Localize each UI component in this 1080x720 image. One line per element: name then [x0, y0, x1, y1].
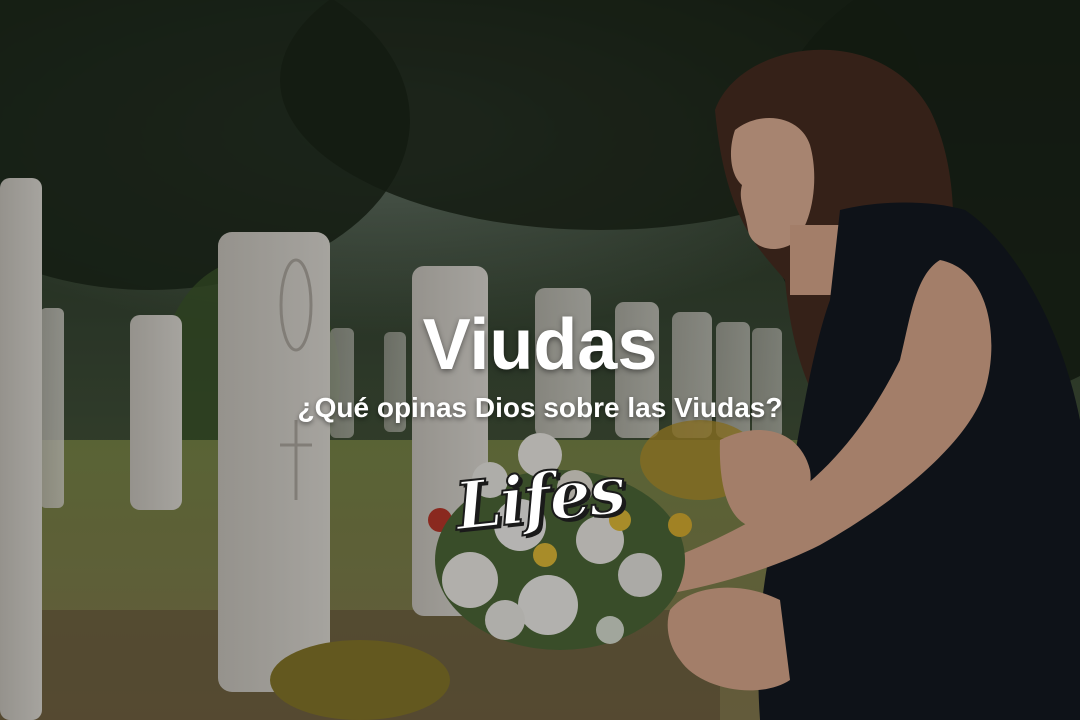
page-subtitle: ¿Qué opinas Dios sobre las Viudas?	[297, 392, 783, 423]
brand-logo-text: Lifes	[451, 449, 629, 546]
brand-logo: Lifes	[440, 448, 640, 548]
page-title: Viudas	[422, 305, 658, 385]
